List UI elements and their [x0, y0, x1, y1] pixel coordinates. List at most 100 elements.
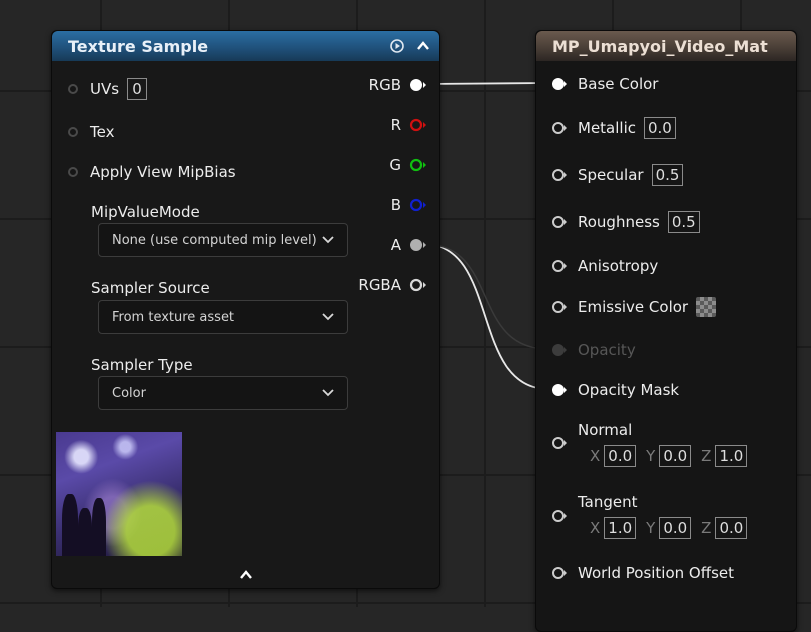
world-position-offset-label: World Position Offset	[578, 564, 734, 582]
uvs-label: UVs	[90, 80, 120, 98]
pin-tangent[interactable]	[552, 509, 568, 523]
pin-r[interactable]	[409, 118, 427, 132]
output-g[interactable]: G	[389, 156, 427, 174]
sampler-source-label: Sampler Source	[91, 279, 210, 297]
axis-z-label: Z	[701, 519, 712, 537]
axis-x-label: X	[590, 447, 601, 465]
emissive-color-label: Emissive Color	[578, 298, 689, 316]
tangent-vector-fields: X 1.0 Y 0.0 Z 0.0	[590, 517, 757, 539]
material-title: MP_Umapyoi_Video_Mat	[552, 36, 768, 56]
pin-b[interactable]	[409, 198, 427, 212]
input-tex[interactable]: Tex	[68, 123, 114, 141]
pin-rgba[interactable]	[409, 278, 427, 292]
input-tangent[interactable]	[552, 509, 568, 523]
mip-value-mode-value: None (use computed mip level)	[112, 232, 317, 248]
input-world-position-offset[interactable]: World Position Offset	[552, 564, 734, 582]
tangent-label: Tangent	[578, 493, 638, 511]
input-apply-view-mipbias[interactable]: Apply View MipBias	[68, 163, 236, 181]
input-metallic[interactable]: Metallic 0.0	[552, 117, 676, 139]
node-title: Texture Sample	[68, 36, 209, 56]
pin-metallic[interactable]	[552, 121, 568, 135]
rgba-label: RGBA	[358, 276, 401, 294]
mip-value-mode-dropdown[interactable]: None (use computed mip level)	[98, 223, 348, 257]
b-label: B	[390, 196, 401, 214]
pin-a[interactable]	[409, 238, 427, 252]
input-uvs[interactable]: UVs 0	[68, 78, 148, 100]
base-color-label: Base Color	[578, 75, 659, 93]
tangent-z-field[interactable]: 0.0	[715, 517, 748, 539]
r-label: R	[390, 116, 401, 134]
pin-g[interactable]	[409, 158, 427, 172]
axis-z-label: Z	[701, 447, 712, 465]
opacity-mask-label: Opacity Mask	[578, 381, 680, 399]
input-anisotropy[interactable]: Anisotropy	[552, 257, 658, 275]
sampler-type-dropdown[interactable]: Color	[98, 376, 348, 410]
pin-mipbias[interactable]	[68, 167, 78, 177]
metallic-label: Metallic	[578, 119, 636, 137]
sampler-source-dropdown[interactable]: From texture asset	[98, 300, 348, 334]
rgb-label: RGB	[368, 76, 401, 94]
texture-preview-image	[56, 432, 182, 556]
expand-preview-icon[interactable]	[389, 38, 405, 54]
anisotropy-label: Anisotropy	[578, 257, 659, 275]
chevron-down-icon	[322, 236, 334, 244]
output-rgb[interactable]: RGB	[369, 76, 427, 94]
normal-vector-fields: X 0.0 Y 0.0 Z 1.0	[590, 445, 757, 467]
normal-x-field[interactable]: 0.0	[604, 445, 637, 467]
normal-z-field[interactable]: 1.0	[715, 445, 748, 467]
normal-label: Normal	[578, 421, 633, 439]
pin-emissive-color[interactable]	[552, 300, 568, 314]
output-a[interactable]: A	[391, 236, 427, 254]
texture-sample-node[interactable]: Texture Sample UVs 0 Tex Apply View MipB…	[51, 30, 440, 589]
tangent-y-field[interactable]: 0.0	[659, 517, 692, 539]
input-specular[interactable]: Specular 0.5	[552, 164, 684, 186]
axis-y-label: Y	[646, 447, 656, 465]
input-opacity[interactable]: Opacity	[552, 341, 636, 359]
normal-y-field[interactable]: 0.0	[659, 445, 692, 467]
material-header[interactable]: MP_Umapyoi_Video_Mat	[536, 31, 796, 61]
input-emissive-color[interactable]: Emissive Color	[552, 297, 717, 317]
texture-sample-header[interactable]: Texture Sample	[52, 31, 439, 61]
pin-tex[interactable]	[68, 127, 78, 137]
metallic-value-field[interactable]: 0.0	[644, 117, 676, 139]
collapse-node-icon[interactable]	[415, 38, 431, 54]
opacity-label: Opacity	[578, 341, 636, 359]
output-r[interactable]: R	[391, 116, 427, 134]
pin-base-color[interactable]	[552, 77, 568, 91]
a-label: A	[390, 236, 401, 254]
chevron-down-icon	[322, 313, 334, 321]
g-label: G	[389, 156, 401, 174]
uvs-value-field[interactable]: 0	[127, 78, 148, 100]
input-base-color[interactable]: Base Color	[552, 75, 658, 93]
input-roughness[interactable]: Roughness 0.5	[552, 211, 700, 233]
pin-opacity-mask[interactable]	[552, 383, 568, 397]
axis-y-label: Y	[646, 519, 656, 537]
roughness-value-field[interactable]: 0.5	[667, 211, 700, 233]
specular-value-field[interactable]: 0.5	[651, 164, 684, 186]
tex-label: Tex	[90, 123, 115, 141]
pin-specular[interactable]	[552, 168, 568, 182]
axis-x-label: X	[590, 519, 601, 537]
output-b[interactable]: B	[391, 196, 427, 214]
pin-rgb[interactable]	[409, 78, 427, 92]
pin-uvs[interactable]	[68, 84, 78, 94]
input-opacity-mask[interactable]: Opacity Mask	[552, 381, 679, 399]
output-rgba[interactable]: RGBA	[358, 276, 427, 294]
checker-swatch-icon[interactable]	[696, 297, 717, 317]
sampler-type-value: Color	[112, 385, 146, 401]
sampler-type-label: Sampler Type	[91, 356, 193, 374]
pin-anisotropy[interactable]	[552, 259, 568, 273]
material-result-node[interactable]: MP_Umapyoi_Video_Mat Base Color Metallic…	[535, 30, 797, 632]
roughness-label: Roughness	[578, 213, 660, 231]
mipbias-label: Apply View MipBias	[90, 163, 236, 181]
sampler-source-value: From texture asset	[112, 309, 235, 325]
mip-value-mode-label: MipValueMode	[91, 203, 200, 221]
chevron-down-icon	[322, 389, 334, 397]
pin-roughness[interactable]	[552, 215, 568, 229]
tangent-x-field[interactable]: 1.0	[604, 517, 637, 539]
pin-opacity[interactable]	[552, 343, 568, 357]
pin-world-position-offset[interactable]	[552, 566, 568, 580]
input-normal[interactable]	[552, 436, 568, 450]
collapse-preview-icon[interactable]	[239, 567, 253, 581]
pin-normal[interactable]	[552, 436, 568, 450]
